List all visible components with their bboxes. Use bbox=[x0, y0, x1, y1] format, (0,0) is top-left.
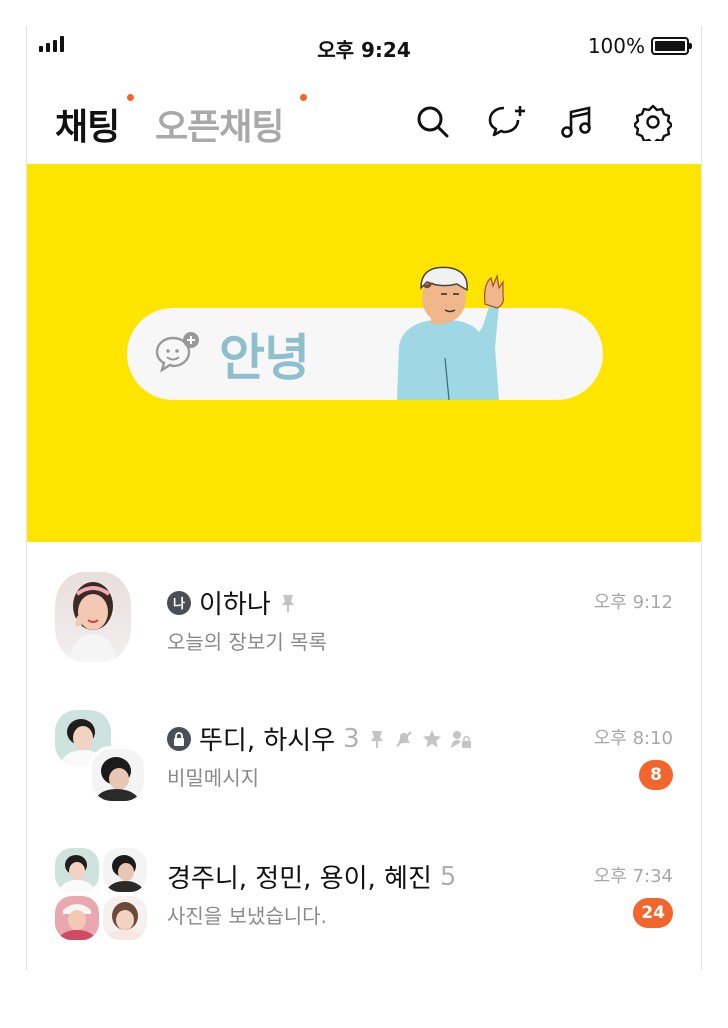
settings-icon[interactable] bbox=[631, 100, 675, 144]
pin-icon bbox=[279, 593, 297, 613]
tab-chats[interactable]: 채팅 bbox=[55, 98, 120, 150]
tab-chats-new-dot bbox=[127, 94, 134, 101]
battery-icon bbox=[651, 37, 692, 55]
tab-open-chats-new-dot bbox=[300, 94, 307, 101]
pin-icon bbox=[368, 729, 386, 749]
app-header: 채팅 오픈채팅 bbox=[27, 86, 701, 164]
chat-time: 오후 7:34 bbox=[593, 866, 673, 887]
avatar-member-4 bbox=[103, 896, 147, 940]
favorite-icon bbox=[422, 729, 442, 749]
greeting-bubble: 안녕 bbox=[127, 308, 603, 400]
member-count: 5 bbox=[439, 861, 457, 892]
avatar-member-3 bbox=[55, 896, 99, 940]
chat-name-row: 경주니, 정민, 용이, 혜진 5 bbox=[167, 858, 456, 895]
new-chat-icon[interactable] bbox=[485, 100, 529, 144]
chat-time: 오후 9:12 bbox=[593, 592, 673, 613]
chat-plus-icon bbox=[153, 330, 203, 380]
avatar bbox=[55, 572, 131, 662]
avatar-member-2 bbox=[89, 746, 147, 804]
search-icon[interactable] bbox=[411, 100, 455, 144]
chat-row-1[interactable]: 나 이하나 오늘의 장보기 목록 오후 9:12 bbox=[27, 572, 701, 692]
avatar-member-1 bbox=[55, 848, 99, 892]
chat-time: 오후 8:10 bbox=[593, 728, 673, 749]
chat-preview: 오늘의 장보기 목록 bbox=[167, 630, 327, 654]
battery-percent: 100% bbox=[587, 34, 645, 58]
member-count: 3 bbox=[343, 723, 360, 754]
chat-title: 뚜디, 하시우 bbox=[199, 726, 336, 756]
chat-preview: 비밀메시지 bbox=[167, 766, 259, 790]
chat-name-row: 뚜디, 하시우 3 bbox=[167, 720, 472, 757]
chat-title: 이하나 bbox=[199, 590, 271, 620]
music-icon[interactable] bbox=[555, 100, 599, 144]
lock-icon bbox=[167, 726, 191, 751]
avatar-member-2 bbox=[103, 848, 147, 892]
unread-count-badge: 24 bbox=[633, 898, 673, 928]
chat-name-row: 나 이하나 bbox=[167, 584, 297, 621]
chat-row-3[interactable]: 경주니, 정민, 용이, 혜진 5 사진을 보냈습니다. 오후 7:34 24 bbox=[27, 848, 701, 968]
chat-row-2[interactable]: 뚜디, 하시우 3 비밀메시지 오후 8:10 8 bbox=[27, 710, 701, 830]
battery-indicator: 100% bbox=[587, 34, 692, 58]
chat-preview: 사진을 보냈습니다. bbox=[167, 904, 327, 928]
greeting-text: 안녕 bbox=[219, 329, 310, 387]
mute-icon bbox=[394, 729, 414, 749]
phone-screen: 오후 9:24 100% 채팅 오픈채팅 안녕 나 이하나 오늘의 장보기 목록… bbox=[26, 26, 702, 970]
secret-icon bbox=[450, 729, 472, 749]
chat-title: 경주니, 정민, 용이, 혜진 bbox=[167, 864, 432, 894]
status-bar: 오후 9:24 100% bbox=[27, 26, 701, 66]
me-badge: 나 bbox=[167, 590, 191, 615]
waving-person-illustration bbox=[397, 266, 504, 401]
unread-count-badge: 8 bbox=[639, 760, 673, 790]
promo-banner[interactable]: 안녕 bbox=[27, 164, 701, 542]
tab-open-chats[interactable]: 오픈채팅 bbox=[155, 98, 284, 150]
